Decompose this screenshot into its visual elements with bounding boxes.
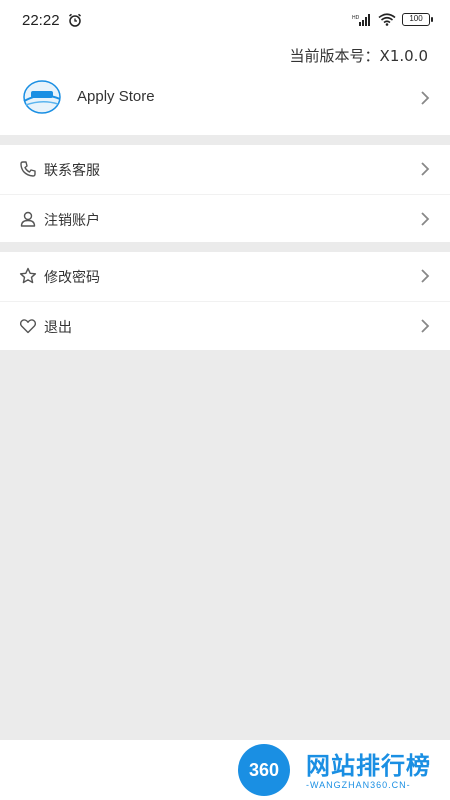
chevron-right-icon [421,212,430,226]
user-icon [20,211,36,227]
phone-icon [20,161,36,177]
signal-icon: HD [352,14,370,26]
alarm-icon [69,13,81,27]
menu-item-label: 修改密码 [44,270,100,286]
battery-icon: 100 [402,13,433,26]
chevron-right-icon [421,269,430,283]
app-name: Apply Store [77,88,155,105]
wifi-icon [378,13,396,26]
heart-icon [19,319,37,334]
menu-item-change-password[interactable]: 修改密码 [0,252,450,301]
svg-text:HD: HD [352,15,360,21]
menu-item-label: 退出 [44,320,72,336]
chevron-right-icon [421,319,430,333]
version-label: 当前版本号：X1.0.0 [289,47,428,65]
watermark-subtitle: -WANGZHAN360.CN- [306,780,411,790]
chevron-right-icon [421,91,430,105]
menu-item-customer-service[interactable]: 联系客服 [0,145,450,194]
watermark-bar: 360 网站排行榜 -WANGZHAN360.CN- [0,740,450,800]
profile-header: 当前版本号：X1.0.0 Apply Store [0,40,450,135]
menu-item-delete-account[interactable]: 注销账户 [0,194,450,243]
menu-item-label: 联系客服 [44,163,100,179]
star-icon [19,267,37,284]
status-time: 22:22 [22,12,60,29]
app-row[interactable]: Apply Store [0,70,450,125]
watermark-title: 网站排行榜 [306,752,431,780]
app-logo-icon [23,80,61,114]
status-indicators: HD 100 [352,13,433,26]
chevron-right-icon [421,162,430,176]
menu-item-label: 注销账户 [44,213,100,229]
watermark-logo: 360 [238,744,290,796]
status-bar: 22:22 HD 100 [0,0,450,40]
menu-group-settings: 修改密码 退出 [0,252,450,350]
menu-item-logout[interactable]: 退出 [0,301,450,350]
menu-group-account: 联系客服 注销账户 [0,145,450,242]
